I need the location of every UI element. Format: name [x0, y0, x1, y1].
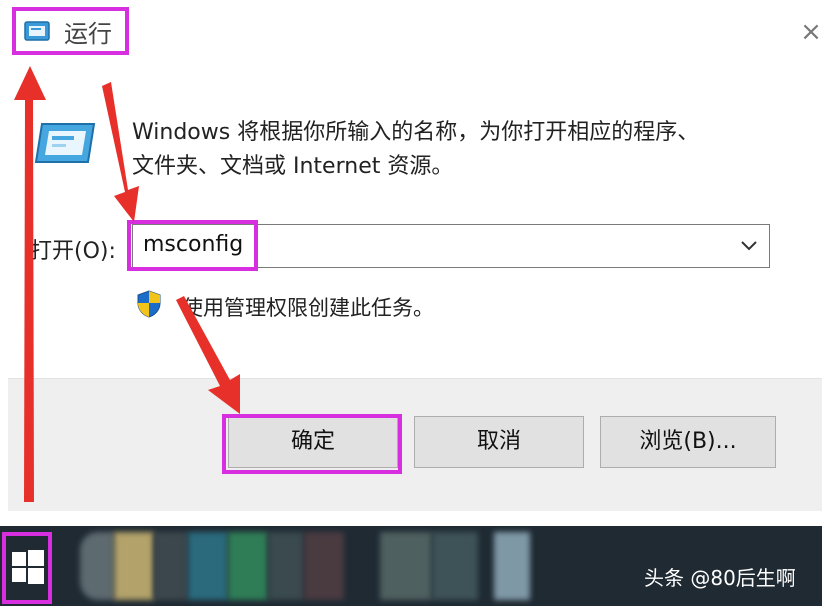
arrow-shield-to-ok	[176, 296, 240, 414]
annotation-arrows	[14, 66, 240, 502]
arrow-start-to-title	[14, 66, 46, 502]
arrow-title-to-input	[102, 82, 139, 222]
